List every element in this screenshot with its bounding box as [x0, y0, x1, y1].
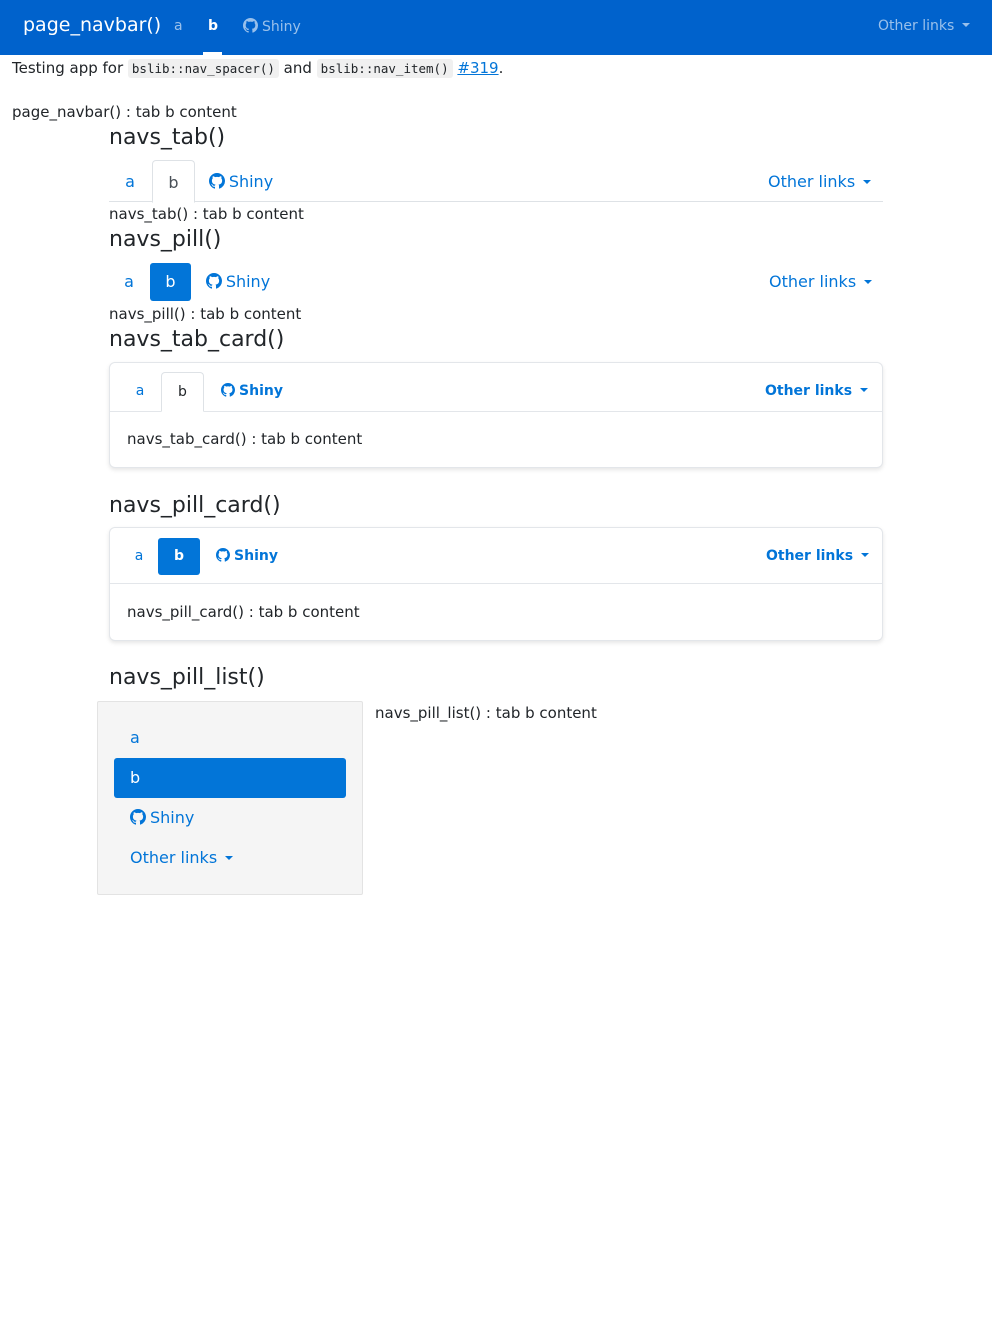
- caret-down-icon: [962, 23, 971, 27]
- navs-pill-heading: navs_pill(): [109, 227, 222, 252]
- issue-link[interactable]: #319: [457, 59, 498, 77]
- navs-tab-other-links-label: Other links: [768, 172, 856, 191]
- intro-prefix: Testing app for: [12, 59, 128, 77]
- navs-tab-shiny-label: Shiny: [228, 172, 274, 191]
- navbar-link-shiny-label: Shiny: [262, 19, 301, 35]
- navs-pill-list-content: navs_pill_list() : tab b content: [375, 704, 597, 722]
- navbar-link-shiny[interactable]: Shiny: [243, 18, 301, 35]
- intro-text: Testing app for bslib::nav_spacer() and …: [12, 59, 504, 78]
- navs-pill-shiny[interactable]: Shiny: [199, 263, 277, 301]
- github-icon: [221, 383, 236, 397]
- navs-pill-card-other-links-dropdown[interactable]: Other links: [766, 548, 870, 564]
- navs-tab-heading: navs_tab(): [109, 125, 226, 150]
- navs-pill-list-other-links-label: Other links: [130, 848, 218, 867]
- navs-tab-card-a[interactable]: a: [122, 383, 158, 399]
- navs-pill-a[interactable]: a: [109, 263, 149, 301]
- caret-down-icon: [225, 856, 234, 860]
- navbar-active-indicator: [203, 52, 222, 55]
- caret-down-icon: [864, 280, 873, 284]
- navs-pill-list-shiny-label: Shiny: [150, 808, 195, 827]
- navs-pill-card-content: navs_pill_card() : tab b content: [127, 603, 360, 621]
- navbar-tab-b[interactable]: b: [208, 18, 218, 34]
- navs-pill-card-shiny[interactable]: Shiny: [212, 548, 282, 564]
- navs-pill-card-heading: navs_pill_card(): [109, 493, 281, 518]
- github-icon: [243, 18, 258, 33]
- navs-pill-b[interactable]: b: [150, 263, 191, 301]
- navs-pill-list-shiny[interactable]: Shiny: [114, 798, 346, 838]
- navs-tab-bar: a b Shiny Other links: [109, 160, 883, 203]
- navs-pill-list-heading: navs_pill_list(): [109, 665, 265, 690]
- navs-pill-list-b[interactable]: b: [114, 758, 346, 798]
- github-icon: [216, 548, 231, 562]
- navs-pill-list-other-links-dropdown[interactable]: Other links: [114, 838, 346, 878]
- navs-pill-list-a[interactable]: a: [114, 718, 346, 758]
- code-nav-spacer: bslib::nav_spacer(): [127, 59, 279, 78]
- navs-tab-card-other-links-dropdown[interactable]: Other links: [765, 383, 869, 399]
- navs-pill-other-links-label: Other links: [769, 272, 857, 291]
- navbar-tab-a[interactable]: a: [174, 18, 183, 34]
- navs-pill-card-a[interactable]: a: [122, 548, 156, 564]
- github-icon: [208, 173, 225, 189]
- navs-pill-other-links-dropdown[interactable]: Other links: [769, 272, 873, 291]
- navs-tab-b[interactable]: b: [152, 160, 195, 203]
- navbar-brand[interactable]: page_navbar(): [23, 14, 161, 36]
- navbar-other-links-dropdown[interactable]: Other links: [878, 18, 971, 34]
- navs-tab-card-shiny-label: Shiny: [239, 383, 283, 399]
- navs-pill-content: navs_pill() : tab b content: [109, 305, 302, 323]
- navs-tab-card-other-links-label: Other links: [765, 383, 853, 399]
- navs-tab-card-heading: navs_tab_card(): [109, 327, 285, 352]
- intro-and: and: [278, 59, 317, 77]
- navs-tab-shiny[interactable]: Shiny: [201, 160, 281, 202]
- navs-pill-card-shiny-label: Shiny: [234, 548, 278, 564]
- caret-down-icon: [861, 553, 870, 557]
- navs-tab-content: navs_tab() : tab b content: [109, 205, 304, 223]
- github-icon: [205, 273, 222, 289]
- navs-tab-card-header: a b Shiny Other links: [110, 363, 882, 412]
- caret-down-icon: [860, 388, 869, 392]
- intro-suffix: .: [498, 59, 504, 77]
- navs-pill-card: a b Shiny Other links navs_pill_card() :…: [109, 527, 883, 641]
- navs-tab-a[interactable]: a: [109, 160, 151, 202]
- top-navbar: page_navbar() a b Shiny Other links: [0, 0, 992, 55]
- navs-pill-card-b[interactable]: b: [158, 538, 200, 575]
- navbar-tab-content: page_navbar() : tab b content: [12, 103, 237, 121]
- navs-pill-card-header: a b Shiny Other links: [110, 528, 882, 584]
- github-icon: [130, 809, 146, 825]
- navs-pill-list: a b Shiny Other links: [97, 701, 363, 895]
- code-nav-item: bslib::nav_item(): [316, 59, 453, 78]
- caret-down-icon: [863, 180, 872, 184]
- navs-tab-card: a b Shiny Other links navs_tab_card() : …: [109, 362, 883, 468]
- navs-tab-card-shiny[interactable]: Shiny: [216, 383, 288, 399]
- navs-pill-shiny-label: Shiny: [225, 272, 271, 291]
- navbar-other-links-label: Other links: [878, 18, 955, 34]
- navs-tab-card-b[interactable]: b: [161, 372, 204, 412]
- navs-tab-card-content: navs_tab_card() : tab b content: [127, 430, 363, 448]
- navs-tab-other-links-dropdown[interactable]: Other links: [768, 172, 872, 191]
- navs-pill-card-other-links-label: Other links: [766, 548, 854, 564]
